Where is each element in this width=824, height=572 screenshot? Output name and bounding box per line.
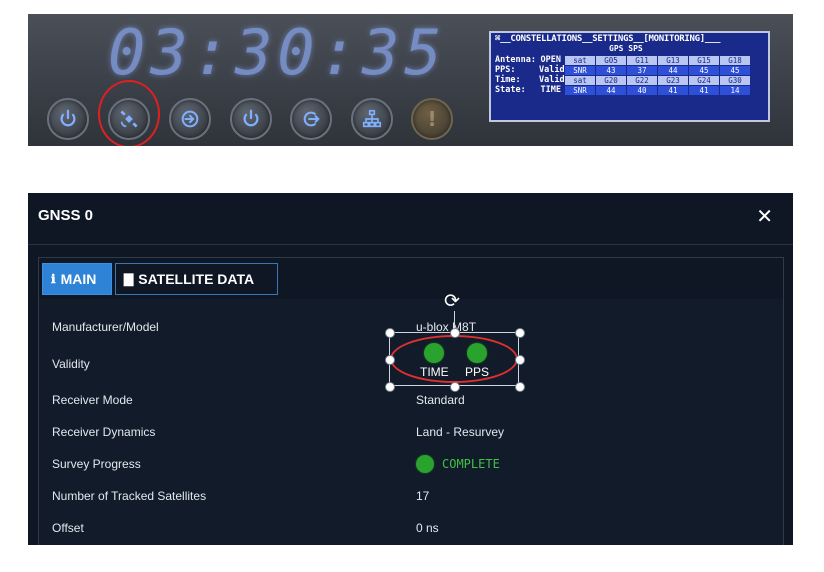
table-cell: G15 xyxy=(688,55,720,66)
device-front-panel: 03:30:35 ! ⌘__CONSTELLATIONS__SETTINGS__… xyxy=(28,14,793,146)
table-cell: sat xyxy=(564,75,596,86)
power-button[interactable] xyxy=(47,98,89,140)
label-tracked-satellites: Number of Tracked Satellites xyxy=(52,489,207,503)
dialog-title: GNSS 0 xyxy=(38,207,94,224)
login-button[interactable] xyxy=(169,98,211,140)
network-icon xyxy=(362,109,382,128)
annotation-circle xyxy=(98,80,160,146)
lcd-status-time: Time: Valid xyxy=(495,75,565,85)
lcd-status-label: Antenna: xyxy=(495,55,536,65)
login-icon xyxy=(181,110,199,128)
table-cell: 40 xyxy=(626,85,658,96)
lcd-screen: ⌘__CONSTELLATIONS__SETTINGS__[MONITORING… xyxy=(489,31,770,122)
lcd-status-label: Time: xyxy=(495,75,521,85)
lcd-status-label: State: xyxy=(495,85,526,95)
table-cell: SNR xyxy=(564,65,596,76)
label-offset: Offset xyxy=(52,521,84,535)
tab-label: MAIN xyxy=(60,271,97,287)
info-icon: ℹ xyxy=(51,272,56,286)
lcd-status-value: TIME xyxy=(540,85,561,95)
table-cell: G13 xyxy=(657,55,689,66)
power-icon xyxy=(60,109,76,127)
resize-handle[interactable] xyxy=(515,328,525,338)
lcd-subheader: GPS SPS xyxy=(609,44,643,53)
chart-icon: ▇ xyxy=(124,272,134,286)
label-receiver-dynamics: Receiver Dynamics xyxy=(52,425,156,439)
table-cell: 41 xyxy=(688,85,720,96)
resize-handle[interactable] xyxy=(515,355,525,365)
table-cell: 14 xyxy=(719,85,751,96)
table-cell: G22 xyxy=(626,75,658,86)
led-clock-display: 03:30:35 xyxy=(108,16,447,89)
standby-button[interactable] xyxy=(230,98,272,140)
table-cell: G23 xyxy=(657,75,689,86)
lcd-status-label: PPS: xyxy=(495,65,516,75)
label-validity: Validity xyxy=(52,357,90,371)
table-cell: G11 xyxy=(626,55,658,66)
close-icon[interactable]: ✕ xyxy=(756,204,773,228)
resize-handle[interactable] xyxy=(450,328,460,338)
table-cell: G05 xyxy=(595,55,627,66)
logout-button[interactable] xyxy=(290,98,332,140)
lcd-status-antenna: Antenna: OPEN xyxy=(495,55,561,65)
resize-handle[interactable] xyxy=(450,382,460,392)
table-cell: 45 xyxy=(719,65,751,76)
network-button[interactable] xyxy=(351,98,393,140)
resize-handle[interactable] xyxy=(385,382,395,392)
table-cell: 43 xyxy=(595,65,627,76)
label-receiver-mode: Receiver Mode xyxy=(52,393,133,407)
resize-handle[interactable] xyxy=(385,328,395,338)
table-cell: SNR xyxy=(564,85,596,96)
table-cell: G30 xyxy=(719,75,751,86)
table-row: sat G20 G22 G23 G24 G30 xyxy=(564,75,751,86)
warning-button[interactable]: ! xyxy=(411,98,453,140)
tab-strip: ℹ MAIN ▇ SATELLITE DATA xyxy=(39,258,783,299)
label-survey-progress: Survey Progress xyxy=(52,457,141,471)
lcd-menu-bar: ⌘__CONSTELLATIONS__SETTINGS__[MONITORING… xyxy=(495,34,721,44)
tab-satellite-data[interactable]: ▇ SATELLITE DATA xyxy=(115,263,278,295)
resize-handle[interactable] xyxy=(385,355,395,365)
rotate-icon[interactable]: ⟳ xyxy=(444,290,460,312)
resize-handle[interactable] xyxy=(515,382,525,392)
value-receiver-mode: Standard xyxy=(416,393,465,407)
table-cell: sat xyxy=(564,55,596,66)
table-row: sat G05 G11 G13 G15 G18 xyxy=(564,55,751,66)
table-cell: G24 xyxy=(688,75,720,86)
table-cell: G18 xyxy=(719,55,751,66)
divider xyxy=(28,244,793,245)
table-cell: 41 xyxy=(657,85,689,96)
lcd-status-state: State: TIME xyxy=(495,85,561,95)
warning-icon: ! xyxy=(427,107,437,131)
status-dot-icon xyxy=(416,455,434,473)
table-cell: 45 xyxy=(688,65,720,76)
tab-main[interactable]: ℹ MAIN xyxy=(42,263,112,295)
tab-label: SATELLITE DATA xyxy=(138,271,255,287)
value-tracked-satellites: 17 xyxy=(416,489,430,503)
lcd-satellite-table: sat G05 G11 G13 G15 G18 SNR 43 37 44 45 45 sat G20 G… xyxy=(564,55,751,96)
gnss-dialog: GNSS 0 ✕ ℹ MAIN ▇ SATELLITE DATA Manufac… xyxy=(28,193,793,545)
table-row: SNR 43 37 44 45 45 xyxy=(564,65,751,76)
logout-icon xyxy=(303,111,320,127)
annotation-ellipse xyxy=(390,335,518,383)
table-row: SNR 44 40 41 41 14 xyxy=(564,85,751,96)
survey-progress-status: COMPLETE xyxy=(416,455,500,473)
lcd-status-pps: PPS: Valid xyxy=(495,65,565,75)
power-icon xyxy=(243,109,259,127)
lcd-status-value: Valid xyxy=(539,65,565,75)
table-cell: 44 xyxy=(657,65,689,76)
table-cell: 44 xyxy=(595,85,627,96)
value-offset: 0 ns xyxy=(416,521,439,535)
label-manufacturer-model: Manufacturer/Model xyxy=(52,320,159,334)
survey-status-text: COMPLETE xyxy=(442,457,500,471)
table-cell: G20 xyxy=(595,75,627,86)
value-receiver-dynamics: Land - Resurvey xyxy=(416,425,505,439)
lcd-status-value: OPEN xyxy=(540,55,561,65)
lcd-status-value: Valid xyxy=(539,75,565,85)
table-cell: 37 xyxy=(626,65,658,76)
